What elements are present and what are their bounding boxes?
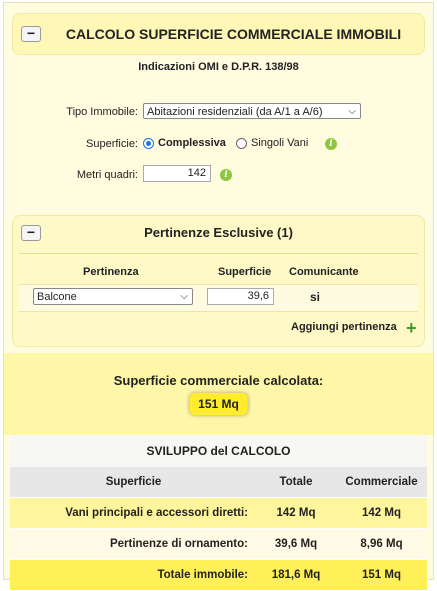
column-superficie: Superficie xyxy=(218,266,272,278)
row-totale: 39,6 Mq xyxy=(256,528,336,560)
header-totale: Totale xyxy=(256,467,336,498)
table-row: Pertinenze di ornamento: 39,6 Mq 8,96 Mq xyxy=(10,528,427,560)
result-section: Superficie commerciale calcolata: 151 Mq xyxy=(4,353,433,435)
row-label: Vani principali e accessori diretti: xyxy=(10,497,256,529)
subtitle: Indicazioni OMI e D.P.R. 138/98 xyxy=(138,61,299,73)
superficie-label: Superficie: xyxy=(86,138,138,150)
tipo-immobile-label: Tipo Immobile: xyxy=(66,106,138,118)
page-title: CALCOLO SUPERFICIE COMMERCIALE IMMOBILI xyxy=(65,26,402,42)
calculator-panel: − CALCOLO SUPERFICIE COMMERCIALE IMMOBIL… xyxy=(3,2,434,591)
column-pertinenza: Pertinenza xyxy=(83,266,139,278)
column-comunicante: Comunicante xyxy=(289,266,359,278)
info-icon[interactable]: i xyxy=(220,169,232,181)
info-icon[interactable]: i xyxy=(325,138,337,150)
comunicante-value: si xyxy=(310,290,321,304)
pertinenza-type-select[interactable]: Balcone ⌵ xyxy=(33,288,193,305)
header-superficie: Superficie xyxy=(10,467,256,498)
calculation-table: Superficie Totale Commerciale Vani princ… xyxy=(10,467,427,591)
tipo-immobile-select[interactable]: Abitazioni residenziali (da A/1 a A/6) ⌵ xyxy=(143,103,361,119)
chevron-down-icon: ⌵ xyxy=(348,106,356,117)
metri-quadri-input[interactable]: 142 xyxy=(143,165,211,182)
radio-complessiva[interactable] xyxy=(143,138,154,149)
add-pertinenza-link[interactable]: Aggiungi pertinenza xyxy=(291,321,397,333)
sviluppo-title: SVILUPPO del CALCOLO xyxy=(10,435,427,467)
header-commerciale: Commerciale xyxy=(336,467,427,498)
result-value-badge: 151 Mq xyxy=(189,393,248,415)
radio-singoli-vani[interactable] xyxy=(236,138,247,149)
row-label: Totale immobile: xyxy=(10,559,256,591)
chevron-down-icon: ⌵ xyxy=(180,291,188,302)
row-label: Pertinenze di ornamento: xyxy=(10,528,256,560)
pertinenza-superficie-input[interactable]: 39,6 xyxy=(207,288,274,305)
pertinenza-type-value: Balcone xyxy=(37,291,77,303)
calculator-header: − CALCOLO SUPERFICIE COMMERCIALE IMMOBIL… xyxy=(12,13,425,55)
total-row: Totale immobile: 181,6 Mq 151 Mq xyxy=(10,559,427,591)
row-totale: 181,6 Mq xyxy=(256,559,336,591)
row-totale: 142 Mq xyxy=(256,497,336,529)
pertinenze-title: Pertinenze Esclusive (1) xyxy=(144,225,293,240)
plus-icon[interactable]: + xyxy=(406,319,417,337)
collapse-calculator-button[interactable]: − xyxy=(21,26,41,42)
tipo-immobile-value: Abitazioni residenziali (da A/1 a A/6) xyxy=(147,106,323,118)
result-title: Superficie commerciale calcolata: xyxy=(113,373,324,388)
metri-quadri-label: Metri quadri: xyxy=(76,169,138,181)
radio-singoli-vani-label[interactable]: Singoli Vani xyxy=(251,137,308,149)
row-commerciale: 8,96 Mq xyxy=(336,528,427,560)
table-row: Vani principali e accessori diretti: 142… xyxy=(10,497,427,529)
divider xyxy=(19,253,418,254)
radio-complessiva-label[interactable]: Complessiva xyxy=(158,137,226,149)
table-header-row: Superficie Totale Commerciale xyxy=(10,467,427,498)
row-commerciale: 142 Mq xyxy=(336,497,427,529)
pertinenze-section: − Pertinenze Esclusive (1) Pertinenza Su… xyxy=(12,215,425,347)
row-commerciale: 151 Mq xyxy=(336,559,427,591)
